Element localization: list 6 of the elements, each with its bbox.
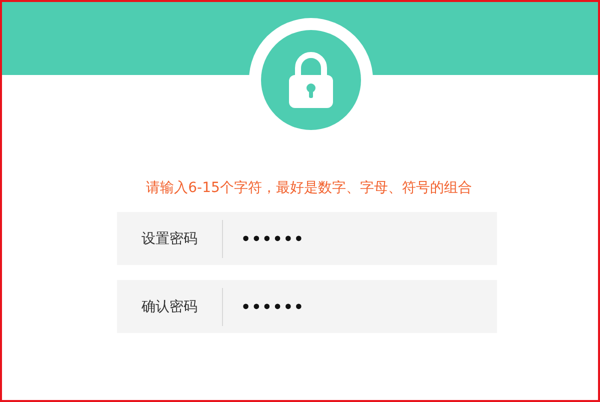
field-label: 设置密码 [117, 220, 223, 258]
field-label: 确认密码 [117, 288, 223, 326]
password-field[interactable]: •••••• [241, 298, 461, 316]
password-hint: 请输入6-15个字符，最好是数字、字母、符号的组合 [146, 179, 472, 197]
password-field[interactable]: •••••• [241, 230, 461, 248]
lock-icon [287, 51, 335, 109]
